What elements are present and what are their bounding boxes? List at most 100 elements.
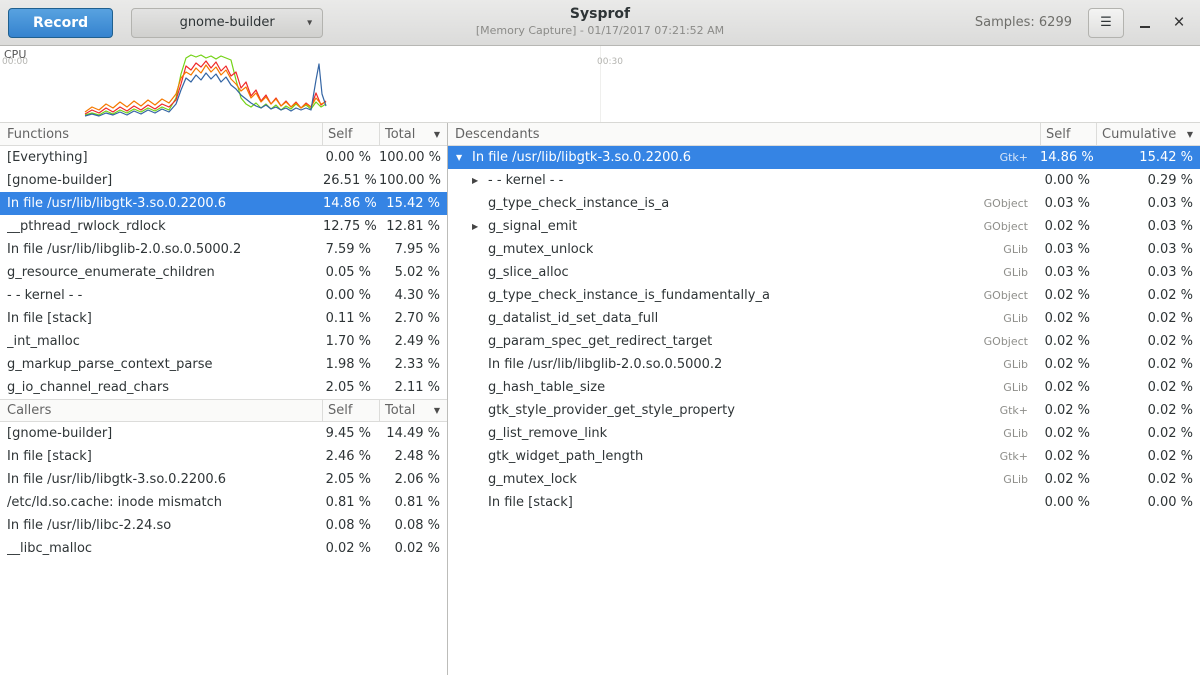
menu-button[interactable]: ☰ bbox=[1088, 8, 1124, 38]
self-percent: 0.02 % bbox=[1040, 334, 1096, 349]
self-percent: 0.03 % bbox=[1040, 196, 1096, 211]
self-percent: 0.11 % bbox=[323, 311, 379, 326]
expander-icon[interactable]: ▶ bbox=[472, 176, 488, 185]
cumulative-percent: 0.02 % bbox=[1096, 426, 1200, 441]
total-percent: 2.48 % bbox=[379, 449, 447, 464]
descendants-column-header[interactable]: Descendants bbox=[448, 127, 1040, 142]
table-row[interactable]: In file /usr/lib/libc-2.24.so 0.08 % 0.0… bbox=[0, 514, 447, 537]
self-percent: 0.00 % bbox=[1040, 495, 1096, 510]
self-column-header[interactable]: Self bbox=[322, 123, 379, 145]
record-button[interactable]: Record bbox=[8, 8, 113, 38]
library-badge: GLib bbox=[1003, 266, 1040, 279]
table-row[interactable]: g_io_channel_read_chars 2.05 % 2.11 % bbox=[0, 376, 447, 399]
total-column-header[interactable]: Total ▼ bbox=[379, 400, 447, 421]
expander-icon[interactable]: ▶ bbox=[472, 222, 488, 231]
self-percent: 0.03 % bbox=[1040, 242, 1096, 257]
cumulative-column-header[interactable]: Cumulative ▼ bbox=[1096, 123, 1200, 145]
total-column-header[interactable]: Total ▼ bbox=[379, 123, 447, 145]
total-percent: 0.02 % bbox=[379, 541, 447, 556]
total-percent: 7.95 % bbox=[379, 242, 447, 257]
self-percent: 0.02 % bbox=[1040, 357, 1096, 372]
library-badge: GObject bbox=[984, 220, 1040, 233]
callers-column-header[interactable]: Callers bbox=[0, 403, 322, 418]
table-row[interactable]: gtk_widget_path_length Gtk+ 0.02 % 0.02 … bbox=[448, 445, 1200, 468]
library-badge: GLib bbox=[1003, 381, 1040, 394]
table-row[interactable]: /etc/ld.so.cache: inode mismatch 0.81 % … bbox=[0, 491, 447, 514]
table-row[interactable]: In file [stack] 0.00 % 0.00 % bbox=[448, 491, 1200, 514]
cpu-graph[interactable]: CPU 00:00 00:30 bbox=[0, 46, 1200, 123]
self-percent: 1.98 % bbox=[323, 357, 379, 372]
table-row[interactable]: [gnome-builder] 26.51 % 100.00 % bbox=[0, 169, 447, 192]
function-name: _int_malloc bbox=[7, 334, 80, 349]
table-row[interactable]: g_mutex_unlock GLib 0.03 % 0.03 % bbox=[448, 238, 1200, 261]
total-percent: 100.00 % bbox=[379, 150, 447, 165]
table-row[interactable]: - - kernel - - 0.00 % 4.30 % bbox=[0, 284, 447, 307]
total-percent: 4.30 % bbox=[379, 288, 447, 303]
table-row[interactable]: __pthread_rwlock_rdlock 12.75 % 12.81 % bbox=[0, 215, 447, 238]
self-percent: 0.02 % bbox=[1040, 472, 1096, 487]
table-row[interactable]: ▼ In file /usr/lib/libgtk-3.so.0.2200.6 … bbox=[448, 146, 1200, 169]
cumulative-percent: 0.02 % bbox=[1096, 472, 1200, 487]
cumulative-percent: 0.02 % bbox=[1096, 357, 1200, 372]
process-selector-dropdown[interactable]: gnome-builder ▾ bbox=[131, 8, 323, 38]
table-row[interactable]: g_param_spec_get_redirect_target GObject… bbox=[448, 330, 1200, 353]
function-name: g_hash_table_size bbox=[488, 380, 605, 395]
minimize-button[interactable] bbox=[1132, 10, 1158, 36]
right-pane: Descendants Self Cumulative ▼ ▼ In file … bbox=[448, 123, 1200, 675]
table-row[interactable]: g_slice_alloc GLib 0.03 % 0.03 % bbox=[448, 261, 1200, 284]
self-percent: 0.00 % bbox=[323, 150, 379, 165]
callers-table-header: Callers Self Total ▼ bbox=[0, 399, 447, 422]
cumulative-percent: 0.03 % bbox=[1096, 219, 1200, 234]
callers-table-body: [gnome-builder] 9.45 % 14.49 % In file [… bbox=[0, 422, 447, 560]
table-row[interactable]: g_type_check_instance_is_fundamentally_a… bbox=[448, 284, 1200, 307]
function-name: In file [stack] bbox=[7, 449, 92, 464]
self-percent: 12.75 % bbox=[323, 219, 379, 234]
expander-icon[interactable]: ▼ bbox=[456, 153, 472, 162]
function-name: g_type_check_instance_is_fundamentally_a bbox=[488, 288, 770, 303]
functions-column-header[interactable]: Functions bbox=[0, 127, 322, 142]
self-percent: 2.05 % bbox=[323, 472, 379, 487]
samples-count: Samples: 6299 bbox=[975, 15, 1072, 30]
table-row[interactable]: In file [stack] 2.46 % 2.48 % bbox=[0, 445, 447, 468]
function-name: __libc_malloc bbox=[7, 541, 92, 556]
table-row[interactable]: gtk_style_provider_get_style_property Gt… bbox=[448, 399, 1200, 422]
process-selector-value: gnome-builder bbox=[180, 15, 275, 30]
table-row[interactable]: In file /usr/lib/libgtk-3.so.0.2200.6 14… bbox=[0, 192, 447, 215]
table-row[interactable]: In file [stack] 0.11 % 2.70 % bbox=[0, 307, 447, 330]
table-row[interactable]: _int_malloc 1.70 % 2.49 % bbox=[0, 330, 447, 353]
table-row[interactable]: [gnome-builder] 9.45 % 14.49 % bbox=[0, 422, 447, 445]
cumulative-percent: 0.29 % bbox=[1096, 173, 1200, 188]
close-button[interactable]: × bbox=[1166, 10, 1192, 36]
self-column-header[interactable]: Self bbox=[322, 400, 379, 421]
table-row[interactable]: ▶ - - kernel - - 0.00 % 0.29 % bbox=[448, 169, 1200, 192]
functions-table-header: Functions Self Total ▼ bbox=[0, 123, 447, 146]
table-row[interactable]: g_datalist_id_set_data_full GLib 0.02 % … bbox=[448, 307, 1200, 330]
function-name: g_list_remove_link bbox=[488, 426, 607, 441]
sort-indicator-icon: ▼ bbox=[1187, 130, 1193, 139]
table-row[interactable]: g_hash_table_size GLib 0.02 % 0.02 % bbox=[448, 376, 1200, 399]
titlebar-right-group: Samples: 6299 ☰ × bbox=[975, 8, 1192, 38]
table-row[interactable]: [Everything] 0.00 % 100.00 % bbox=[0, 146, 447, 169]
total-column-label: Total bbox=[385, 127, 415, 142]
self-column-header[interactable]: Self bbox=[1040, 123, 1096, 145]
table-row[interactable]: In file /usr/lib/libglib-2.0.so.0.5000.2… bbox=[0, 238, 447, 261]
table-row[interactable]: In file /usr/lib/libgtk-3.so.0.2200.6 2.… bbox=[0, 468, 447, 491]
table-row[interactable]: g_type_check_instance_is_a GObject 0.03 … bbox=[448, 192, 1200, 215]
self-percent: 9.45 % bbox=[323, 426, 379, 441]
function-name: In file /usr/lib/libgtk-3.so.0.2200.6 bbox=[7, 472, 226, 487]
main-area: Functions Self Total ▼ [Everything] 0.00… bbox=[0, 123, 1200, 675]
table-row[interactable]: g_mutex_lock GLib 0.02 % 0.02 % bbox=[448, 468, 1200, 491]
table-row[interactable]: __libc_malloc 0.02 % 0.02 % bbox=[0, 537, 447, 560]
total-column-label: Total bbox=[385, 403, 415, 418]
table-row[interactable]: g_resource_enumerate_children 0.05 % 5.0… bbox=[0, 261, 447, 284]
self-percent: 0.02 % bbox=[1040, 219, 1096, 234]
function-name: In file [stack] bbox=[488, 495, 573, 510]
table-row[interactable]: ▶ g_signal_emit GObject 0.02 % 0.03 % bbox=[448, 215, 1200, 238]
function-name: In file /usr/lib/libglib-2.0.so.0.5000.2 bbox=[7, 242, 241, 257]
table-row[interactable]: In file /usr/lib/libglib-2.0.so.0.5000.2… bbox=[448, 353, 1200, 376]
table-row[interactable]: g_list_remove_link GLib 0.02 % 0.02 % bbox=[448, 422, 1200, 445]
table-row[interactable]: g_markup_parse_context_parse 1.98 % 2.33… bbox=[0, 353, 447, 376]
cumulative-percent: 0.03 % bbox=[1096, 196, 1200, 211]
library-badge: Gtk+ bbox=[1000, 404, 1040, 417]
sort-indicator-icon: ▼ bbox=[434, 130, 440, 139]
